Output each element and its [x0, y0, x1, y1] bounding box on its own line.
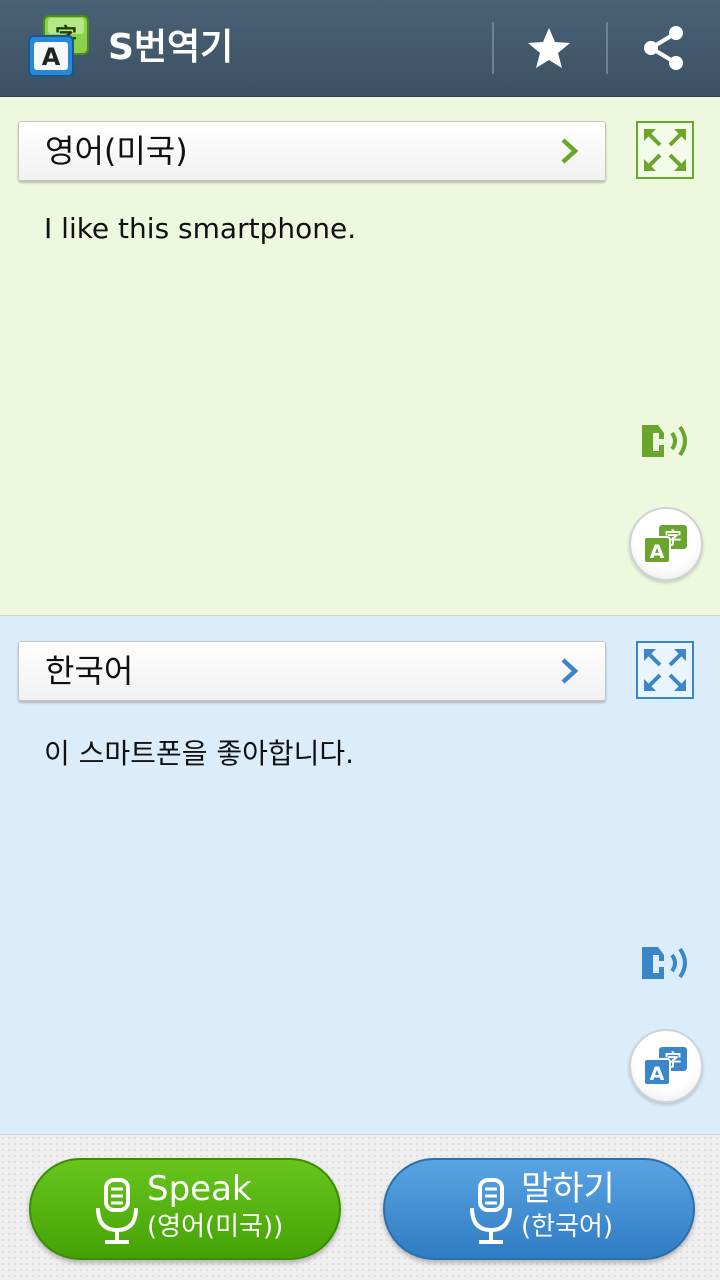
speak-source-label: Speak — [147, 1169, 252, 1209]
action-bar: 字 A S번역기 — [0, 0, 720, 97]
expand-icon — [644, 129, 686, 171]
translate-icon: 字 A — [643, 525, 687, 564]
target-convert-button[interactable]: 字 A — [629, 1029, 703, 1103]
speak-target-label: 말하기 — [521, 1169, 615, 1209]
translate-icon-latin: A — [650, 541, 665, 563]
target-speaker-icon[interactable] — [636, 941, 698, 985]
star-icon — [528, 28, 570, 68]
chevron-right-icon — [561, 658, 579, 684]
source-speaker-icon[interactable] — [636, 419, 698, 463]
target-language-label: 한국어 — [45, 652, 134, 690]
source-convert-button[interactable]: 字 A — [629, 507, 703, 581]
app-title: S번역기 — [108, 27, 234, 68]
source-expand-button[interactable] — [636, 121, 694, 179]
app-logo-latin-glyph: A — [42, 43, 61, 71]
target-panel: 한국어 이 스마트폰을 좋아합니다. 字 A — [0, 616, 720, 1135]
speak-target-language: (한국어) — [521, 1212, 614, 1242]
share-icon — [644, 26, 683, 70]
source-text[interactable]: I like this smartphone. — [44, 212, 356, 245]
translate-icon-latin: A — [650, 1063, 665, 1085]
target-expand-button[interactable] — [636, 641, 694, 699]
source-panel: 영어(미국) I like this smartphone. 字 A — [0, 97, 720, 616]
speak-source-language: (영어(미국)) — [147, 1212, 284, 1242]
source-language-selector[interactable]: 영어(미국) — [18, 121, 606, 181]
source-language-label: 영어(미국) — [45, 132, 188, 170]
chevron-right-icon — [561, 138, 579, 164]
speak-source-button[interactable]: Speak (영어(미국)) — [29, 1158, 341, 1260]
app-logo-icon[interactable]: 字 A — [26, 14, 92, 80]
target-language-selector[interactable]: 한국어 — [18, 641, 606, 701]
target-text[interactable]: 이 스마트폰을 좋아합니다. — [44, 732, 354, 772]
expand-icon — [644, 649, 686, 691]
favorite-button[interactable] — [494, 0, 604, 96]
bottom-bar: Speak (영어(미국)) 말하기 (한국어) — [0, 1135, 720, 1280]
microphone-icon — [96, 1178, 138, 1244]
share-button[interactable] — [608, 0, 718, 96]
speak-target-button[interactable]: 말하기 (한국어) — [383, 1158, 695, 1260]
microphone-icon — [470, 1178, 512, 1244]
translate-icon: 字 A — [643, 1047, 687, 1086]
